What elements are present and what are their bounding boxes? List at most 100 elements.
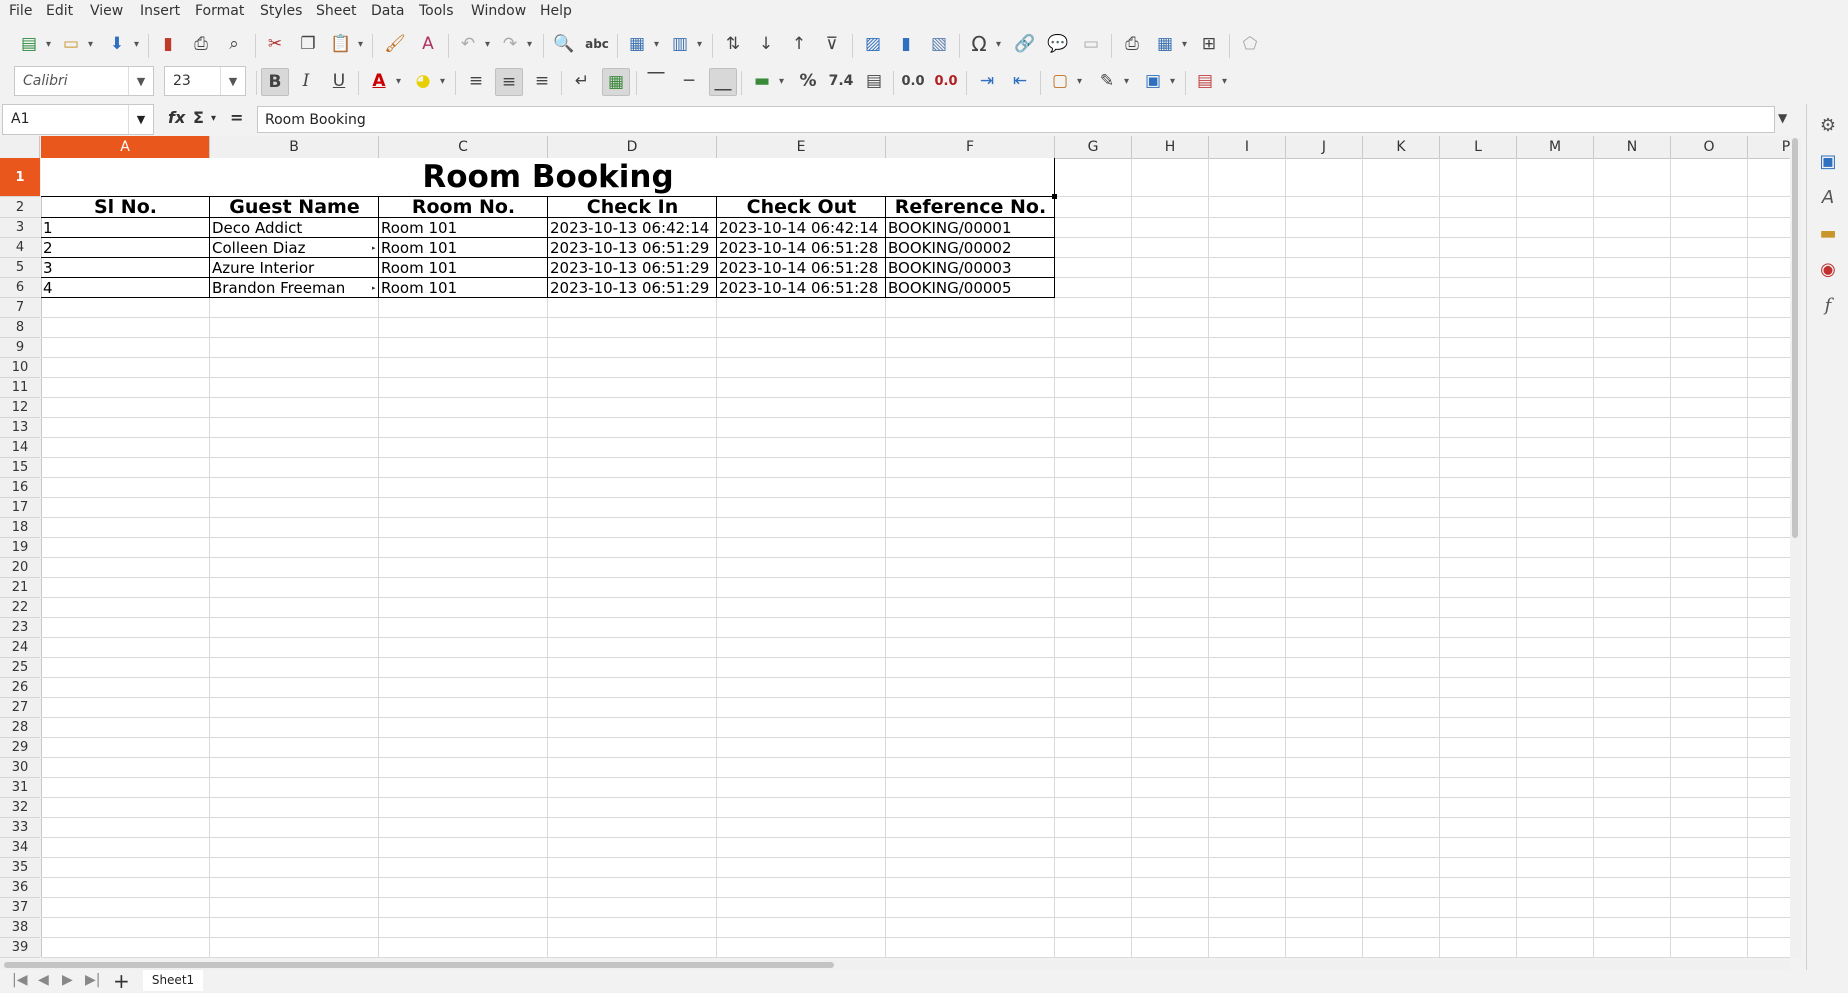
freeze-rows-columns-icon[interactable]: ▦ [1152, 31, 1187, 57]
row-header-14[interactable]: 14 [0, 438, 40, 458]
menu-insert[interactable]: Insert [140, 3, 180, 19]
special-character-icon[interactable]: Ω [966, 31, 1001, 57]
increase-indent-icon[interactable]: ⇥ [974, 68, 1000, 94]
highlight-color-icon[interactable]: ◕ [410, 68, 445, 94]
vertical-scrollbar[interactable] [1790, 138, 1802, 958]
horizontal-scrollbar[interactable] [0, 960, 1790, 970]
chevron-down-icon[interactable]: ▼ [128, 67, 153, 95]
row-header-16[interactable]: 16 [0, 478, 40, 498]
paste-icon[interactable]: 📋 [328, 31, 363, 57]
insert-image-icon[interactable]: ▨ [860, 31, 886, 57]
select-all-corner[interactable] [0, 136, 40, 158]
wrap-text-icon[interactable]: ↵ [569, 68, 595, 94]
row-header-29[interactable]: 29 [0, 738, 40, 758]
first-sheet-icon[interactable]: |◀ [12, 972, 27, 988]
row-header-31[interactable]: 31 [0, 778, 40, 798]
row-header-33[interactable]: 33 [0, 818, 40, 838]
menu-data[interactable]: Data [371, 3, 404, 19]
data-cell[interactable]: BOOKING/00002 [886, 238, 1055, 258]
row-header-34[interactable]: 34 [0, 838, 40, 858]
column-icon[interactable]: ▥ [667, 31, 702, 57]
insert-chart-icon[interactable]: ▮ [893, 31, 919, 57]
tab-sheet1[interactable]: Sheet1 [143, 970, 203, 991]
autofilter-icon[interactable]: ⊽ [819, 31, 845, 57]
data-cell[interactable]: 2023-10-13 06:42:14 [548, 218, 717, 238]
column-header-a[interactable]: A [41, 136, 210, 158]
gallery-icon[interactable]: ▬ [1815, 220, 1841, 246]
find-replace-icon[interactable]: 🔍 [551, 31, 577, 57]
redo-icon[interactable]: ↷ [497, 31, 532, 57]
data-cell[interactable]: 2023-10-14 06:51:28 [717, 238, 886, 258]
navigator-icon[interactable]: ◉ [1815, 256, 1841, 282]
formula-icon[interactable]: = [230, 108, 243, 127]
data-cell[interactable]: Brandon Freeman [210, 278, 379, 298]
row-header-35[interactable]: 35 [0, 858, 40, 878]
headers-footers-icon[interactable]: ▭ [1078, 31, 1104, 57]
column-header-h[interactable]: H [1132, 136, 1209, 158]
border-color-icon[interactable]: ▣ [1140, 68, 1175, 94]
export-pdf-icon[interactable]: ▮ [155, 31, 181, 57]
row-header-7[interactable]: 7 [0, 298, 40, 318]
underline-icon[interactable]: U [326, 68, 352, 94]
menu-edit[interactable]: Edit [46, 3, 73, 19]
row-header-27[interactable]: 27 [0, 698, 40, 718]
styles-icon[interactable]: A [1815, 184, 1841, 210]
sort-icon[interactable]: ⇅ [720, 31, 746, 57]
row-header-23[interactable]: 23 [0, 618, 40, 638]
menu-styles[interactable]: Styles [260, 3, 302, 19]
sort-descending-icon[interactable]: ↑ [786, 31, 812, 57]
clear-formatting-icon[interactable]: A [415, 31, 441, 57]
data-cell[interactable]: Colleen Diaz [210, 238, 379, 258]
row-header-2[interactable]: 2 [0, 197, 40, 218]
merge-center-icon[interactable]: ▦ [602, 68, 630, 96]
data-cell[interactable]: 2023-10-14 06:51:28 [717, 258, 886, 278]
define-print-area-icon[interactable]: ⎙ [1119, 31, 1145, 57]
row-header-6[interactable]: 6 [0, 278, 40, 298]
menu-help[interactable]: Help [540, 3, 572, 19]
column-header-e[interactable]: E [717, 136, 886, 158]
save-icon[interactable]: ⬇ [104, 31, 139, 57]
horizontal-scroll-thumb[interactable] [4, 962, 834, 968]
menu-view[interactable]: View [90, 3, 123, 19]
data-cell[interactable]: 2023-10-13 06:51:29 [548, 258, 717, 278]
percent-format-button[interactable]: % [795, 68, 821, 94]
chevron-down-icon[interactable]: ▾ [211, 113, 216, 124]
row-header-1[interactable]: 1 [0, 158, 40, 197]
column-header-m[interactable]: M [1517, 136, 1594, 158]
menu-sheet[interactable]: Sheet [316, 3, 356, 19]
chevron-down-icon[interactable]: ▼ [220, 67, 245, 95]
undo-icon[interactable]: ↶ [455, 31, 490, 57]
conditional-format-icon[interactable]: ▤ [1192, 68, 1227, 94]
column-header-k[interactable]: K [1363, 136, 1440, 158]
column-header-j[interactable]: J [1286, 136, 1363, 158]
column-header-n[interactable]: N [1594, 136, 1671, 158]
name-box[interactable]: A1 ▼ [2, 104, 154, 135]
row-header-4[interactable]: 4 [0, 238, 40, 258]
font-color-icon[interactable]: A [366, 68, 401, 94]
menu-tools[interactable]: Tools [419, 3, 454, 19]
properties-icon[interactable]: ▣ [1815, 148, 1841, 174]
align-right-icon[interactable]: ≡ [529, 68, 555, 94]
number-format-button[interactable]: 7.4 [828, 68, 854, 94]
menu-format[interactable]: Format [195, 3, 244, 19]
copy-icon[interactable]: ❐ [295, 31, 321, 57]
sort-ascending-icon[interactable]: ↓ [753, 31, 779, 57]
vertical-scroll-thumb[interactable] [1792, 138, 1798, 538]
row-header-32[interactable]: 32 [0, 798, 40, 818]
header-cell[interactable]: Check Out [717, 197, 886, 218]
bold-icon[interactable]: B [261, 68, 289, 96]
expand-formula-bar-icon[interactable]: ▼ [1778, 111, 1787, 125]
row-header-15[interactable]: 15 [0, 458, 40, 478]
show-draw-functions-icon[interactable]: ⬠ [1237, 31, 1263, 57]
column-header-l[interactable]: L [1440, 136, 1517, 158]
print-icon[interactable]: ⎙ [188, 31, 214, 57]
sum-icon[interactable]: Σ [193, 108, 204, 127]
row-header-25[interactable]: 25 [0, 658, 40, 678]
data-cell[interactable]: Room 101 [379, 258, 548, 278]
row-header-36[interactable]: 36 [0, 878, 40, 898]
functions-icon[interactable]: f [1815, 292, 1841, 318]
title-cell[interactable]: Room Booking [41, 158, 1055, 197]
data-cell[interactable]: 2023-10-13 06:51:29 [548, 278, 717, 298]
data-cell[interactable]: 1 [41, 218, 210, 238]
row-header-9[interactable]: 9 [0, 338, 40, 358]
